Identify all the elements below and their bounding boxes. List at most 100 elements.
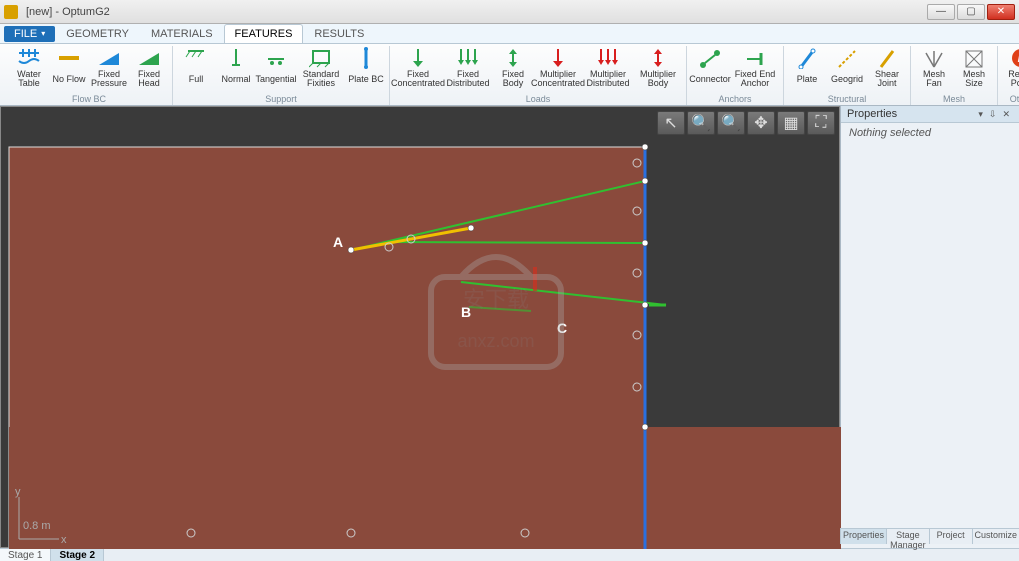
- mesh-size-label: Mesh Size: [955, 70, 993, 88]
- fit[interactable]: ⛶: [807, 111, 835, 135]
- support-tang-icon: [264, 47, 288, 69]
- fixed-end-anchor-label: Fixed End Anchor: [731, 70, 779, 88]
- viewport-toolbar: ↖🔍🔍✥▦⛶: [657, 111, 835, 135]
- mesh-size-button[interactable]: Mesh Size: [955, 46, 993, 89]
- full-button[interactable]: Full: [177, 46, 215, 89]
- zoom-in[interactable]: 🔍: [687, 111, 715, 135]
- multiplier-body-label: Multiplier Body: [634, 70, 682, 88]
- group-other: nResult PointOther: [998, 46, 1019, 105]
- normal-label: Normal: [221, 70, 250, 88]
- minimize-button[interactable]: —: [927, 4, 955, 20]
- normal-button[interactable]: Normal: [217, 46, 255, 89]
- footer-tab-properties[interactable]: Properties: [840, 529, 886, 544]
- tab-materials[interactable]: MATERIALS: [140, 24, 224, 43]
- stage-tab-stage-1[interactable]: Stage 1: [0, 549, 51, 561]
- fixed-concentrated-button[interactable]: Fixed Concentrated: [394, 46, 442, 89]
- wedge-blue-icon: [97, 47, 121, 69]
- fan-icon: [922, 47, 946, 69]
- support-normal-icon: [224, 47, 248, 69]
- maximize-button[interactable]: ▢: [957, 4, 985, 20]
- plate-bc-button[interactable]: Plate BC: [347, 46, 385, 89]
- footer-tabs: PropertiesStage ManagerProjectCustomize: [840, 528, 1019, 544]
- properties-pin-icon[interactable]: ⇩: [989, 109, 997, 120]
- no-flow-button[interactable]: No Flow: [50, 46, 88, 89]
- water-table-button[interactable]: Water Table: [10, 46, 48, 89]
- footer-tab-customize[interactable]: Customize: [972, 529, 1019, 544]
- geogrid-icon: [835, 47, 859, 69]
- shear-joint-label: Shear Joint: [868, 70, 906, 88]
- fixed-body-button[interactable]: Fixed Body: [494, 46, 532, 89]
- app-icon: [4, 5, 18, 19]
- connector-label: Connector: [689, 70, 731, 88]
- footer-tab-stage-manager[interactable]: Stage Manager: [886, 529, 929, 544]
- group-flow-bc: Water TableNo FlowFixed PressureFixed He…: [6, 46, 173, 105]
- fixed-head-button[interactable]: Fixed Head: [130, 46, 168, 89]
- stage-tab-stage-2[interactable]: Stage 2: [51, 549, 104, 561]
- group-anchors: ConnectorFixed End Anchor Anchors: [687, 46, 784, 105]
- canvas-svg[interactable]: A B C 安下载 anxz.com yx 0.8 m: [1, 107, 841, 549]
- water-table-icon: [17, 47, 41, 69]
- group-label: Flow BC: [72, 94, 106, 105]
- arrow-tool[interactable]: ↖: [657, 111, 685, 135]
- multiplier-concentrated-label: Multiplier Concentrated: [531, 70, 585, 88]
- standard-fixities-label: Standard Fixities: [297, 70, 345, 88]
- tangential-button[interactable]: Tangential: [257, 46, 295, 89]
- close-button[interactable]: ✕: [987, 4, 1015, 20]
- connector-button[interactable]: Connector: [691, 46, 729, 89]
- mesh-fan-label: Mesh Fan: [915, 70, 953, 88]
- fixed-head-label: Fixed Head: [130, 70, 168, 88]
- menubar: FILE GEOMETRYMATERIALSFEATURESRESULTS: [0, 24, 1019, 44]
- multiplier-body-button[interactable]: Multiplier Body: [634, 46, 682, 89]
- properties-title: Properties: [847, 108, 897, 120]
- mesh-fan-button[interactable]: Mesh Fan: [915, 46, 953, 89]
- fixed-distributed-button[interactable]: Fixed Distributed: [444, 46, 492, 89]
- multiplier-distributed-label: Multiplier Distributed: [584, 70, 632, 88]
- shear-icon: [875, 47, 899, 69]
- plate-icon: [795, 47, 819, 69]
- full-label: Full: [189, 70, 204, 88]
- arrow-updown-icon: [646, 47, 670, 69]
- pan[interactable]: ✥: [747, 111, 775, 135]
- properties-panel: Properties ▾ ⇩ ✕ Nothing selected: [840, 106, 1019, 548]
- file-menu[interactable]: FILE: [4, 26, 55, 42]
- arrow-down-icon: [546, 47, 570, 69]
- multiplier-distributed-button[interactable]: Multiplier Distributed: [584, 46, 632, 89]
- connector-icon: [698, 47, 722, 69]
- geogrid-button[interactable]: Geogrid: [828, 46, 866, 89]
- group-label: Support: [265, 94, 297, 105]
- mesh-size-icon: [962, 47, 986, 69]
- plate-button[interactable]: Plate: [788, 46, 826, 89]
- multiplier-concentrated-button[interactable]: Multiplier Concentrated: [534, 46, 582, 89]
- plate-label: Plate: [797, 70, 818, 88]
- properties-dropdown-icon[interactable]: ▾: [978, 109, 983, 120]
- arrows-down-icon: [456, 47, 480, 69]
- footer-tab-project[interactable]: Project: [929, 529, 972, 544]
- group-loads: Fixed ConcentratedFixed DistributedFixed…: [390, 46, 687, 105]
- label-a: A: [333, 234, 343, 250]
- water-table-label: Water Table: [10, 70, 48, 88]
- result-point-button[interactable]: nResult Point: [1002, 46, 1019, 89]
- grid-toggle[interactable]: ▦: [777, 111, 805, 135]
- svg-text:anxz.com: anxz.com: [457, 331, 534, 351]
- group-label: Loads: [526, 94, 551, 105]
- dash-yellow-icon: [57, 47, 81, 69]
- result-point-label: Result Point: [1002, 70, 1019, 88]
- tangential-label: Tangential: [255, 70, 296, 88]
- plate-bc-label: Plate BC: [348, 70, 384, 88]
- fixed-pressure-label: Fixed Pressure: [90, 70, 128, 88]
- tab-results[interactable]: RESULTS: [303, 24, 375, 43]
- group-mesh: Mesh FanMesh SizeMesh: [911, 46, 998, 105]
- arrow-down-icon: [406, 47, 430, 69]
- standard-fixities-button[interactable]: Standard Fixities: [297, 46, 345, 89]
- canvas[interactable]: A B C 安下载 anxz.com yx 0.8 m ↖🔍🔍✥▦⛶: [0, 106, 840, 548]
- shear-joint-button[interactable]: Shear Joint: [868, 46, 906, 89]
- tab-geometry[interactable]: GEOMETRY: [55, 24, 140, 43]
- anchor-icon: [743, 47, 767, 69]
- properties-close-icon[interactable]: ✕: [1002, 109, 1010, 120]
- support-full-icon: [184, 47, 208, 69]
- tab-features[interactable]: FEATURES: [224, 24, 304, 43]
- fixed-end-anchor-button[interactable]: Fixed End Anchor: [731, 46, 779, 89]
- group-label: Anchors: [718, 94, 751, 105]
- zoom-window[interactable]: 🔍: [717, 111, 745, 135]
- fixed-pressure-button[interactable]: Fixed Pressure: [90, 46, 128, 89]
